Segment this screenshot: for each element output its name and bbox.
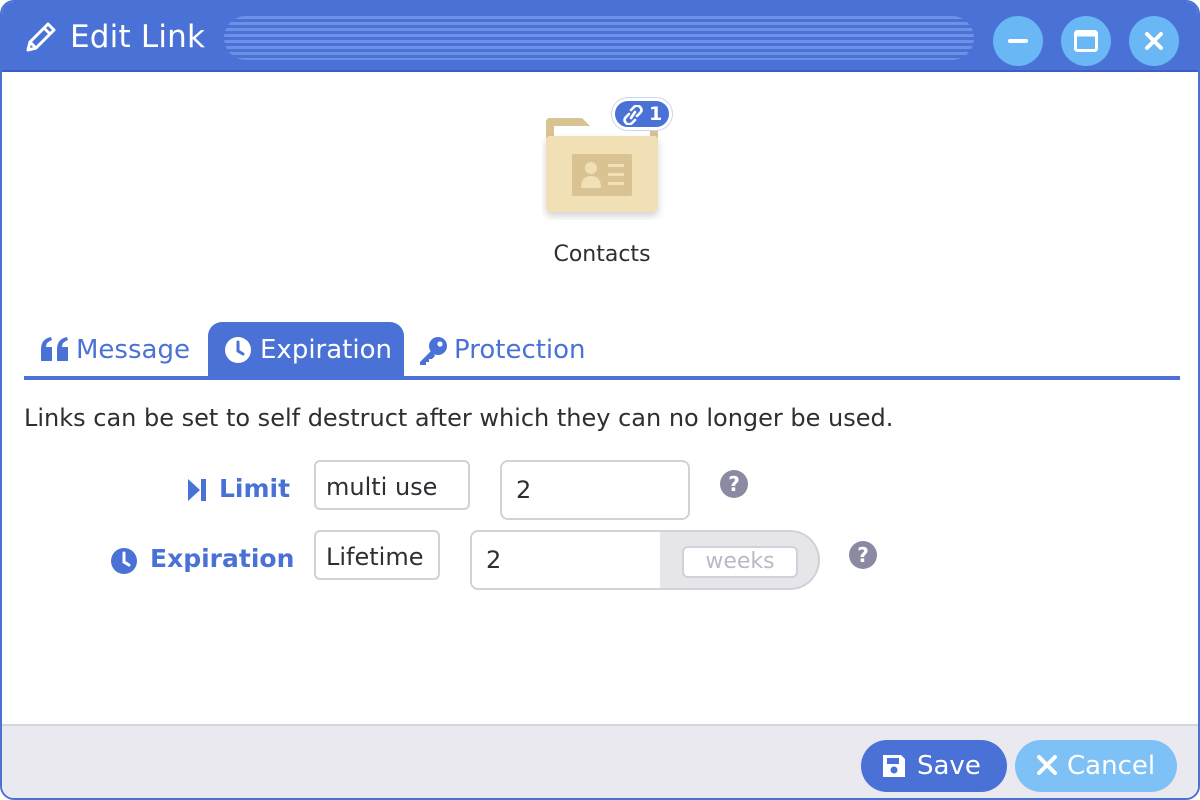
- tab-protection[interactable]: Protection: [416, 322, 606, 376]
- tab-expiration[interactable]: Expiration: [208, 322, 404, 376]
- save-button[interactable]: Save: [861, 740, 1007, 792]
- limit-label-text: Limit: [219, 474, 291, 503]
- tab-message-label: Message: [76, 335, 190, 365]
- save-label: Save: [917, 751, 981, 781]
- minimize-icon: [1008, 39, 1028, 43]
- limit-count-input[interactable]: 2: [500, 460, 690, 520]
- expiration-unit-select[interactable]: weeks: [682, 546, 798, 578]
- folder-name: Contacts: [553, 242, 651, 267]
- tab-protection-label: Protection: [454, 335, 586, 365]
- expiration-mode-select[interactable]: Lifetime: [314, 530, 440, 580]
- expiration-description: Links can be set to self destruct after …: [24, 404, 894, 432]
- link-count: 1: [649, 103, 663, 125]
- key-icon: [420, 337, 447, 365]
- maximize-icon: [1074, 30, 1098, 52]
- expiration-label-text: Expiration: [150, 544, 295, 573]
- dialog-title: Edit Link: [70, 19, 206, 55]
- title-bar[interactable]: Edit Link: [2, 2, 1198, 72]
- pencil-icon: [26, 22, 56, 52]
- limit-help-icon[interactable]: ?: [720, 470, 748, 498]
- tab-message[interactable]: Message: [24, 322, 204, 376]
- limit-label: Limit: [186, 474, 290, 508]
- minimize-button[interactable]: [993, 16, 1043, 66]
- tab-bar: Message Expiration Protection: [24, 322, 1180, 380]
- expiration-value-input[interactable]: 2: [470, 530, 662, 590]
- link-count-badge: 1: [612, 98, 672, 130]
- dialog-footer: Save Cancel: [2, 724, 1198, 798]
- quote-icon: [41, 337, 68, 361]
- expiration-unit-group: weeks: [660, 530, 820, 590]
- close-icon: [1037, 755, 1057, 775]
- step-forward-icon: [188, 479, 206, 501]
- close-button[interactable]: [1129, 16, 1179, 66]
- tab-expiration-label: Expiration: [260, 335, 392, 365]
- link-icon: [623, 105, 643, 125]
- limit-mode-select[interactable]: multi use: [314, 460, 470, 510]
- cancel-label: Cancel: [1067, 751, 1156, 781]
- cancel-button[interactable]: Cancel: [1015, 740, 1177, 792]
- clock-icon: [225, 337, 251, 363]
- maximize-button[interactable]: [1061, 16, 1111, 66]
- expiration-help-icon[interactable]: ?: [849, 541, 877, 569]
- title-drag-handle[interactable]: [224, 16, 974, 60]
- close-icon: [1145, 32, 1163, 50]
- expiration-label: Expiration: [110, 544, 294, 578]
- save-icon: [883, 755, 905, 777]
- clock-icon: [111, 548, 137, 574]
- edit-link-dialog: Edit Link 1 Contacts Message Expiration …: [0, 0, 1200, 800]
